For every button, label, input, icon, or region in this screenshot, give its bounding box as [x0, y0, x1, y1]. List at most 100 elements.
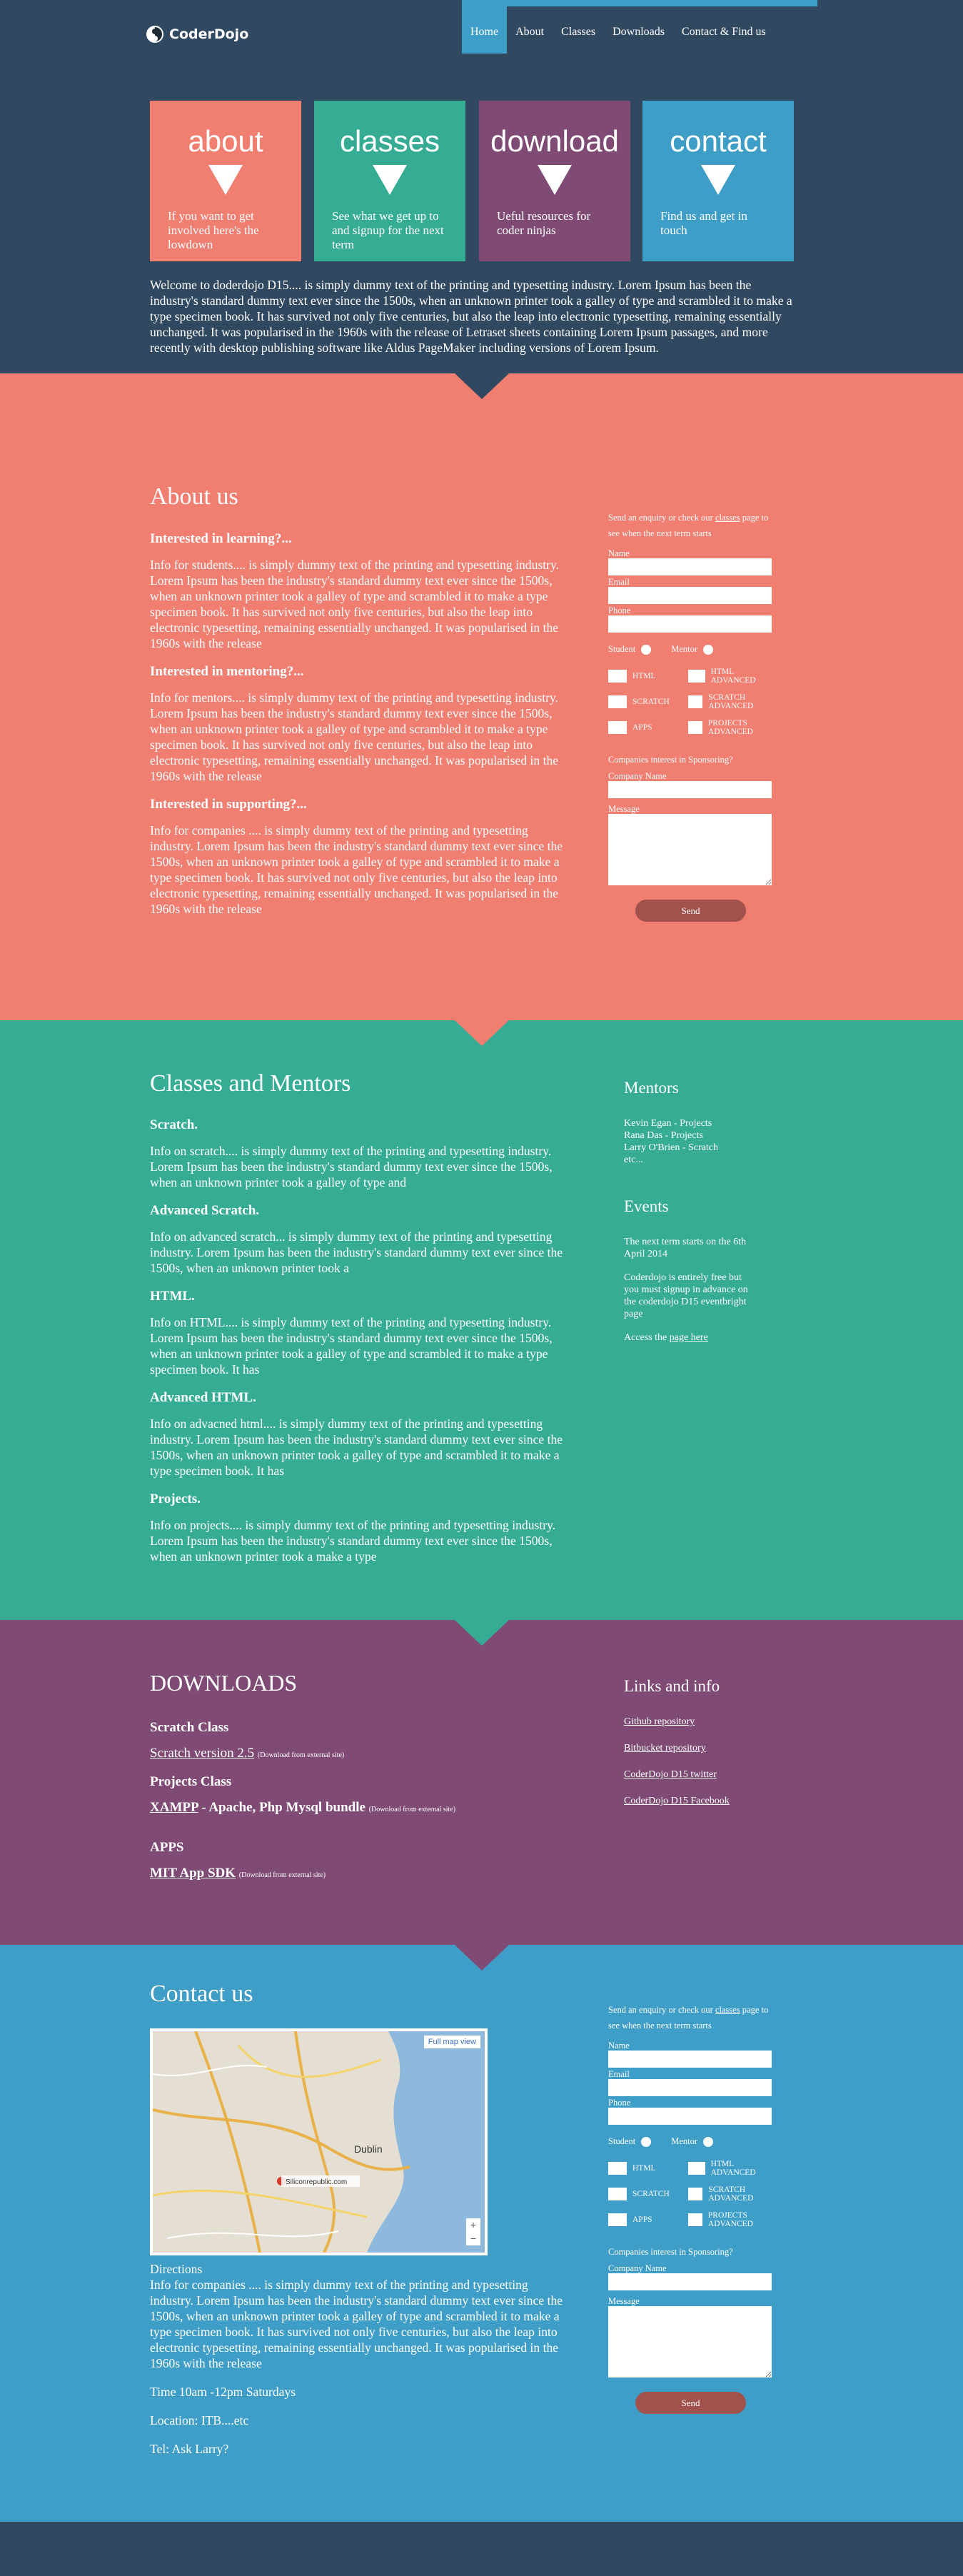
about-section: About us Interested in learning?... Info…: [0, 373, 963, 1046]
checkbox-apps[interactable]: APPS: [608, 2211, 688, 2228]
events-access: Access the page here: [624, 1332, 708, 1343]
mentor-label: Mentor: [671, 2136, 698, 2146]
map-graphic: Siliconrepublic.com Dublin: [153, 2031, 485, 2253]
scratch-class-heading: Scratch Class: [150, 1720, 229, 1735]
company-label: Company Name: [608, 2263, 667, 2273]
mit-link[interactable]: MIT App SDK: [150, 1866, 236, 1881]
checkbox-html-advanced[interactable]: HTML ADVANCED: [688, 668, 774, 685]
time-text: Time 10am -12pm Saturdays: [150, 2385, 296, 2399]
down-triangle-icon: [208, 165, 243, 195]
checkbox-projects-advanced[interactable]: PROJECTS ADVANCED: [688, 719, 774, 736]
class-paragraph: Info on projects.... is simply dummy tex…: [150, 1518, 556, 1564]
nav-about[interactable]: About: [507, 6, 553, 54]
bitbucket-link[interactable]: Bitbucket repository: [624, 1743, 706, 1754]
github-link[interactable]: Github repository: [624, 1716, 695, 1727]
phone-field[interactable]: [608, 615, 772, 633]
tel-text: Tel: Ask Larry?: [150, 2442, 229, 2456]
name-field[interactable]: [608, 2051, 772, 2068]
nav-downloads[interactable]: Downloads: [604, 6, 673, 54]
message-field[interactable]: [608, 814, 772, 885]
student-radio[interactable]: [641, 644, 652, 655]
tile-desc: Find us and get in touch: [660, 209, 747, 237]
role-radio-group: Student Mentor: [608, 2136, 780, 2147]
checkbox-scratch[interactable]: SCRATCH: [608, 2185, 688, 2203]
message-field[interactable]: [608, 2306, 772, 2378]
twitter-link[interactable]: CoderDojo D15 twitter: [624, 1769, 717, 1780]
xampp-link[interactable]: XAMPP: [150, 1800, 198, 1815]
checkbox-html[interactable]: HTML: [608, 2160, 688, 2177]
classes-link[interactable]: classes: [715, 513, 740, 523]
tile-about[interactable]: about If you want to get involved here's…: [150, 101, 301, 261]
scratch-download: Scratch version 2.5 (Download from exter…: [150, 1746, 345, 1761]
company-field[interactable]: [608, 781, 772, 798]
tile-contact[interactable]: contact Find us and get in touch: [642, 101, 794, 261]
map-city-label: Dublin: [354, 2143, 383, 2155]
apps-heading: APPS: [150, 1840, 184, 1855]
downloads-section: DOWNLOADS Scratch Class Scratch version …: [0, 1620, 963, 1971]
tile-download[interactable]: download Ueful resources for coder ninja…: [479, 101, 630, 261]
checkbox-projects-advanced[interactable]: PROJECTS ADVANCED: [688, 2211, 774, 2228]
name-field[interactable]: [608, 558, 772, 575]
role-radio-group: Student Mentor: [608, 644, 780, 655]
email-field[interactable]: [608, 2079, 772, 2096]
email-field[interactable]: [608, 587, 772, 604]
nav-home[interactable]: Home: [462, 6, 508, 54]
section-arrow: [454, 1020, 509, 1046]
section-arrow: [454, 373, 509, 399]
student-label: Student: [608, 2136, 636, 2146]
about-heading: Interested in supporting?...: [150, 797, 307, 812]
classes-section: Classes and Mentors Scratch. Info on scr…: [0, 1020, 963, 1646]
name-label: Name: [608, 2041, 630, 2051]
full-map-view-button[interactable]: Full map view: [423, 2036, 480, 2048]
eventbrite-link[interactable]: page here: [670, 1332, 708, 1343]
class-heading: Advanced HTML.: [150, 1390, 256, 1405]
sponsor-label: Companies interest in Sponsoring?: [608, 755, 733, 765]
facebook-link[interactable]: CoderDojo D15 Facebook: [624, 1796, 730, 1806]
checkbox-scratch-advanced[interactable]: SCRATCH ADVANCED: [688, 2185, 774, 2203]
tile-title: contact: [670, 124, 767, 158]
checkbox-apps[interactable]: APPS: [608, 719, 688, 736]
xampp-download: XAMPP - Apache, Php Mysql bundle (Downlo…: [150, 1800, 456, 1815]
down-triangle-icon: [701, 165, 735, 195]
checkbox-html-advanced[interactable]: HTML ADVANCED: [688, 2160, 774, 2177]
events-text: Coderdojo is entirely free but you must …: [624, 1272, 748, 1319]
enquiry-form: Send an enquiry or check our classes pag…: [608, 510, 780, 922]
links-sidebar: Links and info Github repository Bitbuck…: [624, 1677, 781, 1807]
form-intro: Send an enquiry or check our classes pag…: [608, 2005, 769, 2031]
zoom-control[interactable]: + −: [466, 2218, 480, 2245]
class-checkboxes: HTML HTML ADVANCED SCRATCH SCRATCH ADVAN…: [608, 2160, 780, 2228]
links-title: Links and info: [624, 1677, 720, 1695]
student-radio[interactable]: [641, 2136, 652, 2147]
map[interactable]: Siliconrepublic.com Dublin Full map view…: [150, 2028, 488, 2255]
mentor-item: Kevin Egan - Projects: [624, 1118, 712, 1129]
classes-link[interactable]: classes: [715, 2005, 740, 2015]
form-intro: Send an enquiry or check our classes pag…: [608, 513, 769, 538]
send-button[interactable]: Send: [635, 2392, 746, 2414]
logo[interactable]: CoderDojo: [146, 26, 248, 43]
directions-heading: Directions: [150, 2262, 203, 2276]
downloads-content: Scratch Class Scratch version 2.5 (Downl…: [150, 1720, 564, 1887]
send-button[interactable]: Send: [635, 900, 746, 922]
scratch-download-link[interactable]: Scratch version 2.5: [150, 1746, 254, 1761]
mentor-radio[interactable]: [703, 2136, 714, 2147]
class-paragraph: Info on advanced scratch... is simply du…: [150, 1229, 563, 1275]
down-triangle-icon: [538, 165, 572, 195]
mentor-radio[interactable]: [703, 644, 714, 655]
checkbox-scratch-advanced[interactable]: SCRATCH ADVANCED: [688, 693, 774, 710]
mentor-item: etc...: [624, 1154, 643, 1165]
contact-title: Contact us: [150, 1981, 253, 2007]
nav-contact[interactable]: Contact & Find us: [673, 6, 775, 54]
checkbox-html[interactable]: HTML: [608, 668, 688, 685]
about-paragraph: Info for students.... is simply dummy te…: [150, 558, 560, 650]
tile-desc: Ueful resources for coder ninjas: [497, 209, 591, 237]
main-nav: Home About Classes Downloads Contact & F…: [462, 6, 775, 54]
about-content: Interested in learning?... Info for stud…: [150, 531, 564, 930]
checkbox-scratch[interactable]: SCRATCH: [608, 693, 688, 710]
company-field[interactable]: [608, 2273, 772, 2290]
mentor-label: Mentor: [671, 644, 698, 654]
nav-classes[interactable]: Classes: [553, 6, 604, 54]
tile-classes[interactable]: classes See what we get up to and signup…: [314, 101, 465, 261]
phone-field[interactable]: [608, 2108, 772, 2125]
class-paragraph: Info on advacned html.... is simply dumm…: [150, 1417, 563, 1478]
brand-name: CoderDojo: [169, 26, 249, 42]
